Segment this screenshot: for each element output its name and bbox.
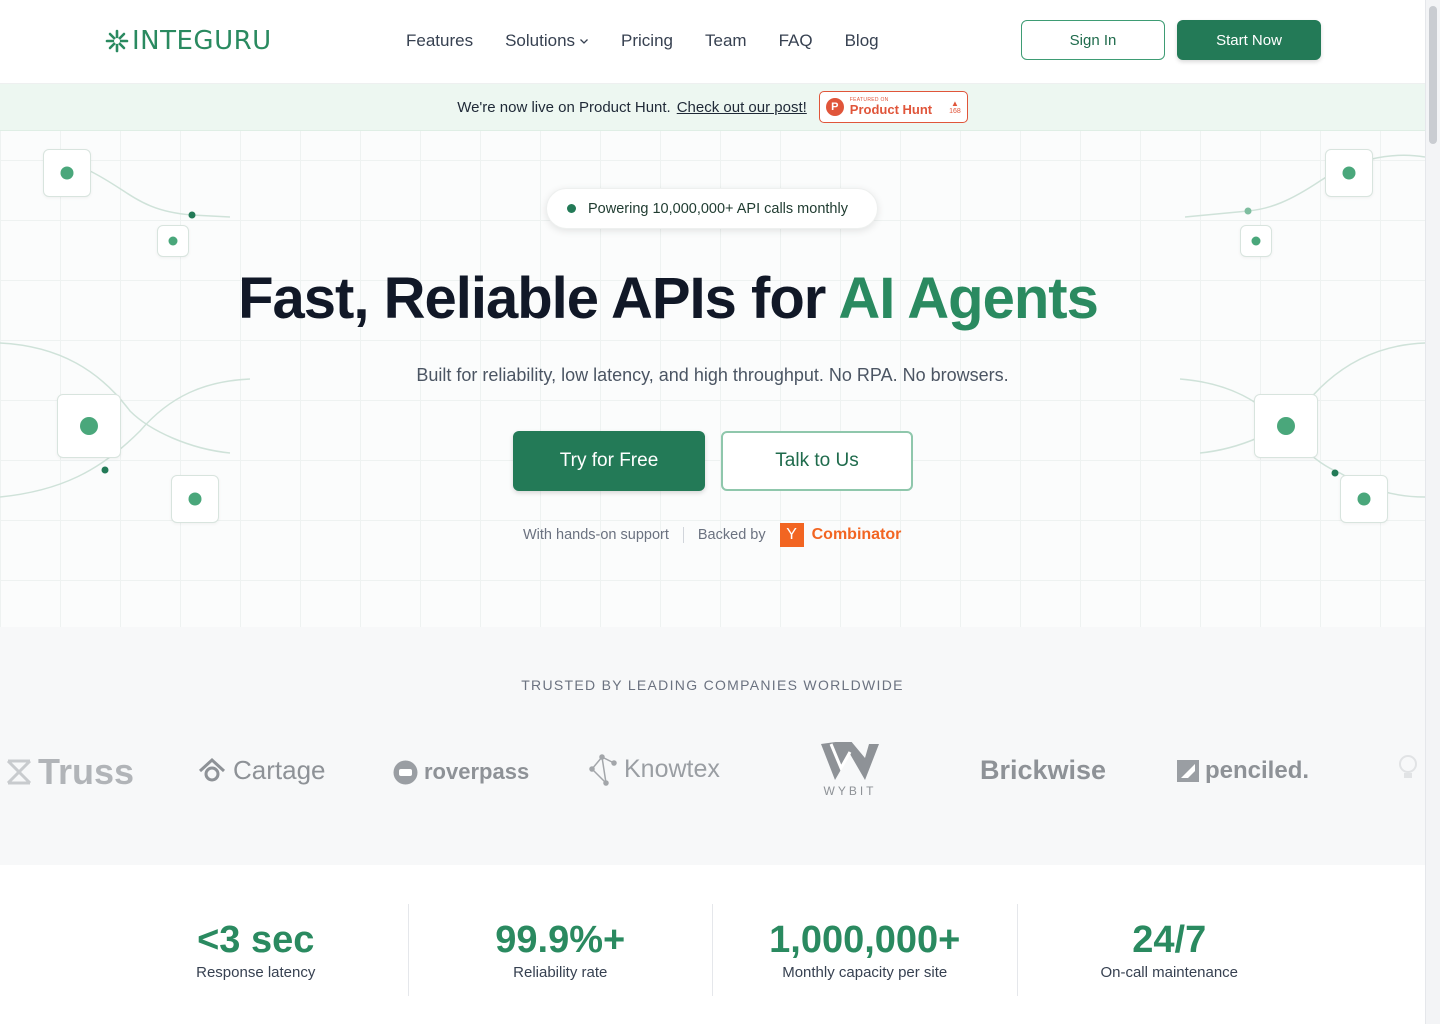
stat-label: Response latency [196,964,316,981]
company-name: Truss [38,751,135,792]
stat-label: On-call maintenance [1100,964,1239,981]
company-logo-cartage: Cartage [197,755,326,786]
y-combinator-icon: Y [779,523,804,547]
vertical-scrollbar[interactable] [1425,0,1440,1024]
company-name: penciled. [1205,757,1310,784]
talk-to-us-button[interactable]: Talk to Us [721,431,913,491]
site-header: INTEGURU Features Solutions Pricing Team… [0,0,1425,84]
upvote-arrow-icon: ▲ [950,98,959,108]
stat-value: 99.9%+ [495,919,626,961]
trusted-title: TRUSTED BY LEADING COMPANIES WORLDWIDE [521,677,904,693]
network-node [1340,475,1388,523]
ph-upvotes: ▲ 168 [949,98,961,115]
asterisk-logo-icon [105,29,129,53]
stat-maintenance: 24/7 On-call maintenance [1016,904,1322,996]
sign-in-button[interactable]: Sign In [1021,20,1165,60]
company-name: WYBIT [823,784,877,798]
product-hunt-text: FEATURED ON Product Hunt [849,98,933,117]
product-hunt-badge[interactable]: P FEATURED ON Product Hunt ▲ 168 [818,91,968,123]
roverpass-icon [393,760,418,784]
truss-icon [6,759,32,785]
support-line: With hands-on support Backed by Y Combin… [523,522,901,548]
hero-title-main: Fast, Reliable APIs for [238,266,839,331]
announcement-banner: We're now live on Product Hunt. Check ou… [0,84,1425,131]
divider [682,527,684,543]
backed-by-text: Backed by [697,527,766,543]
company-logo-wybit: WYBIT [819,742,881,798]
hero-title: Fast, Reliable APIs for AI Agents [0,265,1336,332]
nav-item-solutions[interactable]: Solutions [489,28,605,54]
network-node [171,475,219,523]
company-logo-penciled: penciled. [1177,757,1309,785]
banner-text: We're now live on Product Hunt. [457,98,671,116]
ph-name: Product Hunt [849,102,933,117]
network-node [1254,394,1318,458]
nav-item-features[interactable]: Features [390,28,489,54]
stats-section: <3 sec Response latency 99.9%+ Reliabili… [104,904,1321,996]
company-name: Knowtex [624,754,720,783]
stat-value: 24/7 [1132,919,1207,961]
stat-latency: <3 sec Response latency [104,904,408,996]
penciled-icon [1177,760,1199,782]
product-hunt-icon: P [825,98,844,116]
stat-reliability: 99.9%+ Reliability rate [407,904,713,996]
wybit-icon [821,742,879,780]
nav-item-team[interactable]: Team [689,28,763,54]
stat-value: 1,000,000+ [769,919,961,961]
hero-section: Powering 10,000,000+ API calls monthly F… [0,131,1425,627]
company-name: Cartage [233,755,326,785]
chevron-down-icon [580,39,588,44]
pill-text: Powering 10,000,000+ API calls monthly [588,200,848,217]
stat-label: Reliability rate [513,964,608,981]
company-logo-partial [1398,755,1418,781]
company-logos: Truss Cartage roverpass Knowtex WYBIT Br… [0,739,1425,809]
page: INTEGURU Features Solutions Pricing Team… [0,0,1425,1024]
hero-subtitle: Built for reliability, low latency, and … [416,365,1009,385]
hands-on-support-text: With hands-on support [523,527,669,543]
status-dot-icon [567,204,576,213]
scrollbar-thumb[interactable] [1429,6,1437,144]
stat-label: Monthly capacity per site [782,964,948,981]
company-logo-roverpass: roverpass [393,759,529,785]
company-logo-brickwise: Brickwise [980,755,1106,786]
cartage-icon [198,757,226,781]
network-node [1240,225,1272,257]
bulb-icon [1399,755,1417,778]
network-node [43,149,91,197]
company-logo-truss: Truss [6,751,134,793]
hero-title-accent: AI Agents [838,266,1099,331]
stat-capacity: 1,000,000+ Monthly capacity per site [712,904,1017,996]
try-for-free-button[interactable]: Try for Free [513,431,705,491]
brand-name: INTEGURU [132,26,272,56]
nav-item-pricing[interactable]: Pricing [605,28,689,54]
nav-item-blog[interactable]: Blog [829,28,895,54]
banner-link[interactable]: Check out our post! [677,99,807,116]
y-combinator-name: Combinator [811,526,902,543]
company-name: Brickwise [980,755,1107,785]
start-now-button[interactable]: Start Now [1177,20,1321,60]
nav-item-solutions-label: Solutions [505,31,576,50]
network-node [57,394,121,458]
api-calls-pill: Powering 10,000,000+ API calls monthly [546,188,878,229]
network-node [1325,149,1373,197]
knowtex-icon [589,754,617,786]
brand-logo[interactable]: INTEGURU [104,24,272,58]
company-logo-knowtex: Knowtex [588,751,720,787]
trusted-by-section: TRUSTED BY LEADING COMPANIES WORLDWIDE T… [0,627,1425,865]
stat-value: <3 sec [197,919,315,961]
network-node [157,225,189,257]
nav-item-faq[interactable]: FAQ [763,28,829,54]
ph-upvote-count: 168 [949,107,961,115]
company-name: roverpass [424,759,530,784]
main-nav: Features Solutions Pricing Team FAQ Blog [390,28,895,54]
